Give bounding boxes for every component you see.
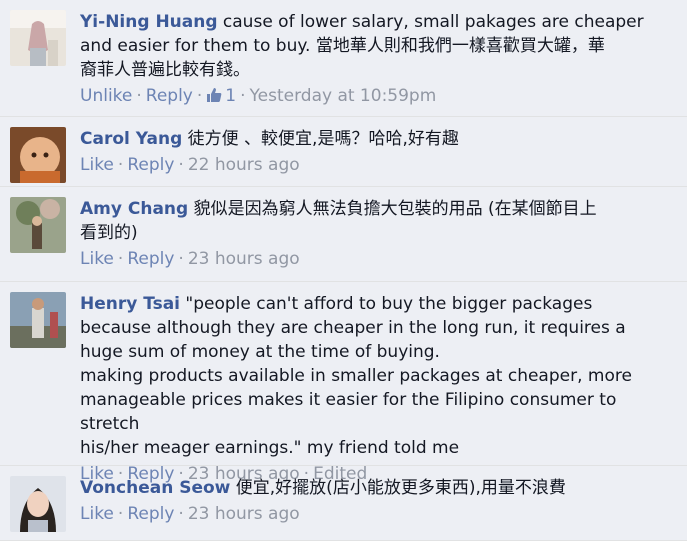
comment-item: Vonchean Seow 便宜,好擺放(店小能放更多東西),用量不浪費 Lik… (0, 466, 687, 541)
unlike-link[interactable]: Unlike (80, 86, 132, 106)
avatar[interactable] (10, 10, 66, 66)
separator-dot: · (136, 86, 142, 106)
comment-actions: Unlike · Reply · 1 · Yesterday at 10:59pm (80, 84, 677, 110)
comment-actions: Like · Reply · 23 hours ago (80, 247, 677, 271)
comment-timestamp[interactable]: 23 hours ago (188, 249, 300, 269)
like-count[interactable]: 1 (225, 86, 236, 106)
like-link[interactable]: Like (80, 155, 114, 175)
separator-dot: · (178, 249, 184, 269)
comment-text: 徒方便 、較便宜,是嗎？哈哈,好有趣 (187, 129, 459, 149)
comment-item: Amy Chang 貌似是因為窮人無法負擔大包裝的用品 (在某個節目上 看到的)… (0, 187, 687, 282)
separator-dot: · (117, 504, 124, 524)
comment-item: Yi-Ning Huang cause of lower salary, sma… (0, 0, 687, 117)
avatar[interactable] (10, 127, 66, 183)
separator-dot: · (178, 504, 184, 524)
like-link[interactable]: Like (80, 249, 114, 269)
comment-timestamp[interactable]: 23 hours ago (188, 504, 300, 524)
reply-link[interactable]: Reply (127, 249, 174, 269)
comment-timestamp[interactable]: Yesterday at 10:59pm (250, 86, 437, 106)
separator-dot: · (240, 86, 246, 106)
reply-link[interactable]: Reply (146, 86, 193, 106)
comment-text: "people can't afford to buy the bigger p… (80, 294, 632, 458)
comment-author-link[interactable]: Vonchean Seow (80, 478, 230, 498)
comment-timestamp[interactable]: 22 hours ago (188, 155, 300, 175)
comment-actions: Like · Reply · 22 hours ago (80, 153, 677, 177)
comment-author-link[interactable]: Henry Tsai (80, 294, 180, 314)
comment-actions: Like · Reply · 23 hours ago (80, 502, 677, 526)
avatar[interactable] (10, 197, 66, 253)
separator-dot: · (117, 249, 124, 269)
separator-dot: · (196, 86, 203, 106)
comment-author-link[interactable]: Carol Yang (80, 129, 182, 149)
comment-item: Carol Yang 徒方便 、較便宜,是嗎？哈哈,好有趣 Like · Reply… (0, 117, 687, 187)
thumbs-up-icon[interactable] (206, 86, 222, 110)
comment-text: 便宜,好擺放(店小能放更多東西),用量不浪費 (235, 478, 566, 498)
like-link[interactable]: Like (80, 504, 114, 524)
avatar[interactable] (10, 292, 66, 348)
reply-link[interactable]: Reply (127, 155, 174, 175)
reply-link[interactable]: Reply (127, 504, 174, 524)
comment-author-link[interactable]: Yi-Ning Huang (80, 12, 218, 32)
separator-dot: · (178, 155, 184, 175)
comment-item: Henry Tsai "people can't afford to buy t… (0, 282, 687, 484)
separator-dot: · (117, 155, 124, 175)
comment-author-link[interactable]: Amy Chang (80, 199, 188, 219)
avatar[interactable] (10, 476, 66, 532)
